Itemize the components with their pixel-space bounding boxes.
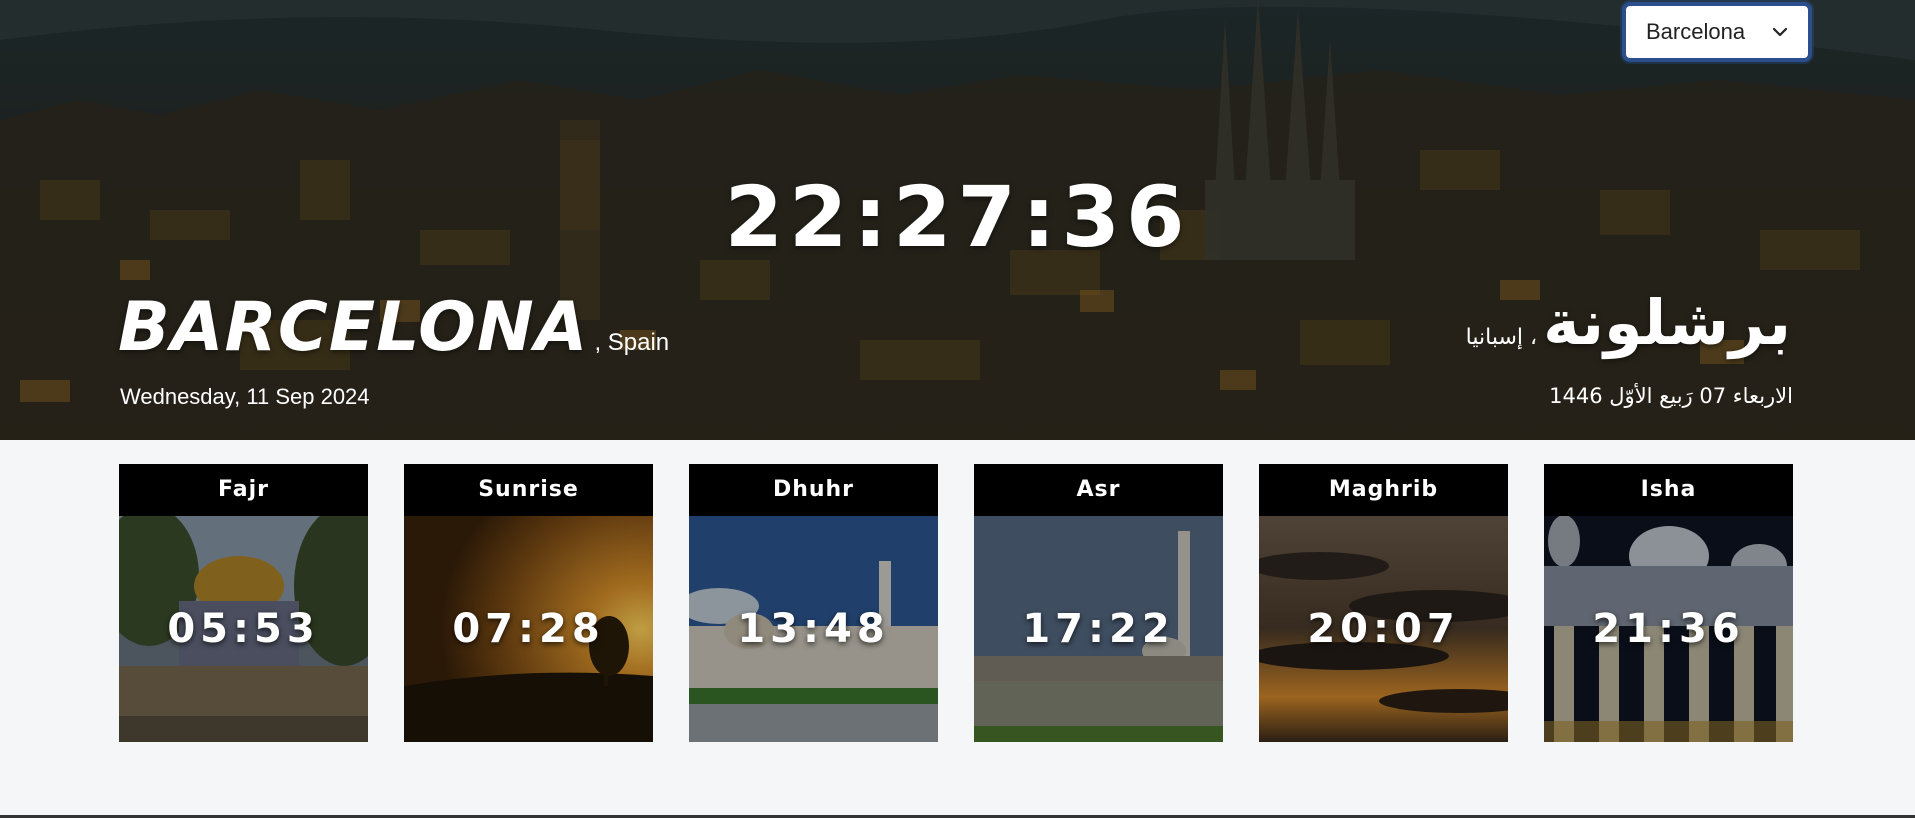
city-name-arabic: برشلونة [1543,286,1791,359]
prayer-name: Asr [974,464,1223,516]
city-dropdown-value: Barcelona [1646,19,1746,44]
prayer-name: Dhuhr [689,464,938,516]
prayer-name: Fajr [119,464,368,516]
prayer-card-maghrib: Maghrib 20:07 [1259,464,1508,742]
city-heading: BARCELONA , Spain [118,288,669,367]
prayer-time: 07:28 [452,606,605,652]
gregorian-date: Wednesday, 11 Sep 2024 [120,384,370,409]
chevron-down-icon [1772,27,1788,37]
prayer-times-list: Fajr 05:53 Sunrise 07:28 Dhuhr 13:48 Asr… [119,464,1793,742]
city-dropdown[interactable]: Barcelona [1622,2,1812,62]
prayer-time: 21:36 [1592,606,1745,652]
prayer-name: Maghrib [1259,464,1508,516]
prayer-card-isha: Isha 21:36 [1544,464,1793,742]
hero-banner: Barcelona 22:27:36 BARCELONA , Spain Wed… [0,0,1915,440]
hijri-date: الاربعاء 07 رَبيع الأوّل 1446 [1549,384,1793,408]
prayer-time: 05:53 [167,606,320,652]
city-name: BARCELONA [118,288,589,367]
prayer-card-dhuhr: Dhuhr 13:48 [689,464,938,742]
country-name-arabic: ، إسبانيا [1465,325,1538,350]
current-time: 22:27:36 [724,168,1191,266]
prayer-time: 17:22 [1022,606,1175,652]
prayer-name: Sunrise [404,464,653,516]
city-heading-arabic: برشلونة ، إسبانيا [1466,286,1791,359]
prayer-card-sunrise: Sunrise 07:28 [404,464,653,742]
prayer-time: 13:48 [737,606,890,652]
prayer-card-asr: Asr 17:22 [974,464,1223,742]
country-name: , Spain [594,329,670,356]
prayer-time: 20:07 [1307,606,1460,652]
prayer-card-fajr: Fajr 05:53 [119,464,368,742]
prayer-name: Isha [1544,464,1793,516]
